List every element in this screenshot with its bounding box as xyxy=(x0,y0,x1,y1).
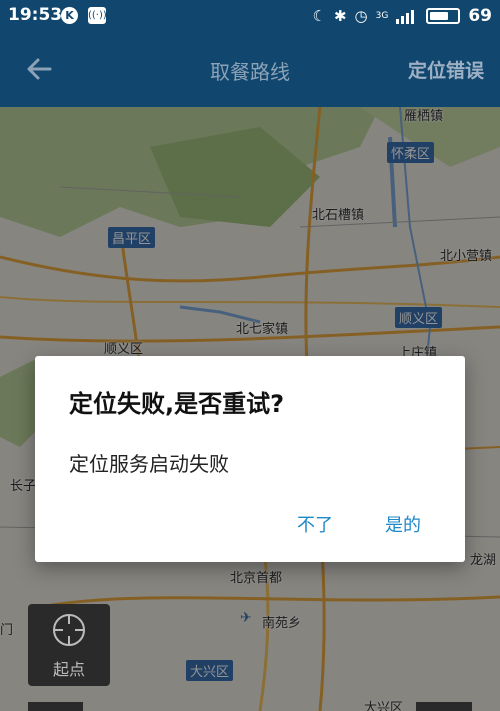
status-time: 19:53 xyxy=(8,5,63,25)
cancel-button[interactable]: 不了 xyxy=(297,511,333,537)
broadcast-app-icon: ((·)) xyxy=(88,7,107,24)
moon-icon: ☾ xyxy=(312,7,326,25)
app-bar: 取餐路线 定位错误 xyxy=(0,32,500,107)
retry-button[interactable]: 是的 xyxy=(385,511,421,537)
bluetooth-icon: ✱ xyxy=(333,7,347,25)
status-icons: ☾ ✱ ◷ 3G 69 xyxy=(313,5,493,27)
signal-icon xyxy=(396,10,415,24)
start-point-button[interactable]: 起点 xyxy=(28,604,110,686)
retry-dialog: 定位失败,是否重试? 定位服务启动失败 不了 是的 xyxy=(35,356,465,562)
location-error-button[interactable]: 定位错误 xyxy=(408,56,484,83)
status-bar: 19:53 K ((·)) ☾ ✱ ◷ 3G 69 xyxy=(0,0,500,32)
bottom-panel-edge xyxy=(28,702,83,711)
battery-percent: 69 xyxy=(468,6,492,26)
network-3g-icon: 3G xyxy=(375,11,389,21)
crosshair-icon xyxy=(53,614,85,646)
bottom-panel-edge xyxy=(416,702,472,711)
alarm-icon: ◷ xyxy=(354,7,368,25)
dialog-message: 定位服务启动失败 xyxy=(69,452,229,476)
battery-icon xyxy=(426,8,461,24)
k-app-icon: K xyxy=(61,7,78,24)
start-point-label: 起点 xyxy=(52,660,85,679)
dialog-title: 定位失败,是否重试? xyxy=(69,390,285,418)
